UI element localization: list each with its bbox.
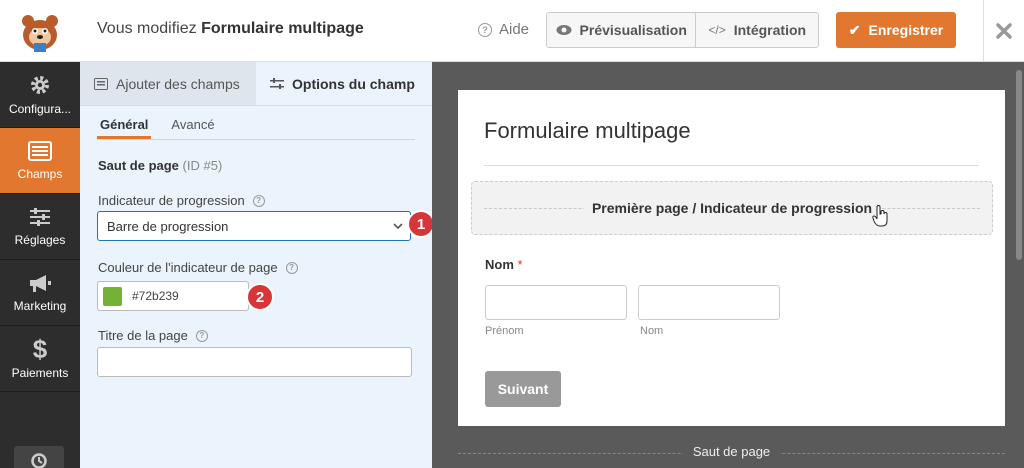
last-name-input[interactable] [638, 285, 780, 320]
sidebar-item-settings[interactable]: Réglages [0, 194, 80, 260]
title-divider [484, 165, 979, 166]
editor-title: Vous modifiez Formulaire multipage [97, 20, 364, 38]
sliders-icon [270, 77, 284, 89]
wpforms-logo [0, 0, 80, 62]
embed-label: Intégration [733, 22, 807, 38]
page-title-label-text: Titre de la page [98, 328, 188, 343]
color-swatch[interactable] [103, 286, 122, 306]
progress-indicator-text: Première page / Indicateur de progressio… [583, 200, 881, 216]
subtabs: Général Avancé [97, 106, 415, 140]
top-bar: Vous modifiez Formulaire multipage ? Aid… [0, 0, 1024, 62]
color-value: #72b239 [132, 289, 179, 303]
help-icon[interactable]: ? [252, 194, 265, 207]
fields-icon [28, 140, 52, 161]
eye-icon [556, 25, 572, 35]
preview-label: Prévisualisation [579, 22, 687, 38]
sidebar-item-label: Champs [17, 166, 63, 181]
preview-embed-group: Prévisualisation </> Intégration [546, 12, 819, 48]
page-break-label: Saut de page [682, 444, 781, 459]
section-title: Saut de page (ID #5) [98, 158, 222, 173]
progress-indicator-label: Indicateur de progression ? [98, 193, 265, 208]
help-icon: ? [478, 22, 492, 37]
hand-cursor-icon [872, 205, 888, 227]
sliders-icon [30, 207, 50, 226]
tab-add-fields[interactable]: Ajouter des champs [80, 62, 256, 105]
last-name-sublabel: Nom [640, 325, 664, 337]
section-title-text: Saut de page [98, 158, 179, 173]
sidebar: Configura... Champs Réglages Marketing $… [0, 62, 80, 468]
first-name-input[interactable] [485, 285, 627, 320]
preview-scrollbar[interactable] [1016, 70, 1022, 260]
sidebar-item-fields[interactable]: Champs [0, 128, 80, 194]
tab-field-options[interactable]: Options du champ [256, 62, 432, 105]
required-mark: * [517, 257, 523, 272]
section-id: (ID #5) [182, 158, 223, 173]
sidebar-item-label: Configura... [8, 101, 72, 116]
sidebar-item-label: Marketing [13, 298, 67, 313]
sidebar-item-label: Réglages [14, 232, 66, 247]
code-icon: </> [708, 23, 726, 37]
list-icon [94, 77, 108, 90]
callout-badge-1: 1 [407, 210, 435, 238]
subtab-general[interactable]: Général [97, 106, 152, 139]
sidebar-item-marketing[interactable]: Marketing [0, 260, 80, 326]
first-name-sublabel: Prénom [485, 325, 524, 337]
help-icon[interactable]: ? [195, 329, 208, 342]
subtab-advanced[interactable]: Avancé [171, 106, 214, 139]
progress-indicator-text-wrap: Première page / Indicateur de progressio… [472, 200, 992, 216]
progress-indicator-value: Barre de progression [107, 219, 229, 234]
close-button[interactable] [983, 0, 1024, 62]
tab-add-fields-label: Ajouter des champs [116, 75, 240, 92]
dollar-icon: $ [32, 333, 48, 364]
close-icon [996, 23, 1012, 39]
embed-button[interactable]: </> Intégration [696, 13, 818, 47]
field-options-panel: Ajouter des champs Options du champ Géné… [80, 62, 435, 468]
help-button[interactable]: ? Aide [478, 21, 529, 38]
title-prefix: Vous modifiez [97, 20, 197, 37]
save-label: Enregistrer [868, 22, 944, 38]
form-name: Formulaire multipage [201, 20, 364, 37]
page-break-text-wrap: Saut de page [458, 444, 1005, 459]
preview-button[interactable]: Prévisualisation [547, 13, 697, 47]
sidebar-item-label: Paiements [11, 365, 69, 380]
help-icon[interactable]: ? [285, 261, 298, 274]
form-title: Formulaire multipage [484, 118, 691, 143]
progress-indicator-block[interactable]: Première page / Indicateur de progressio… [471, 181, 993, 235]
color-label-text: Couleur de l'indicateur de page [98, 260, 278, 275]
tab-field-options-label: Options du champ [292, 75, 415, 92]
panel-tabs: Ajouter des champs Options du champ [80, 62, 432, 106]
history-icon [31, 453, 47, 468]
checkmark-icon: ✔ [848, 21, 861, 38]
name-field-label-text: Nom [485, 257, 514, 272]
name-field-label: Nom * [485, 257, 523, 272]
save-button[interactable]: ✔ Enregistrer [836, 12, 956, 48]
megaphone-icon [30, 274, 51, 292]
next-button[interactable]: Suivant [485, 371, 561, 407]
progress-indicator-label-text: Indicateur de progression [98, 193, 245, 208]
chevron-down-icon [393, 223, 403, 230]
help-label: Aide [499, 21, 530, 38]
color-picker-input[interactable]: #72b239 [97, 281, 249, 311]
color-label: Couleur de l'indicateur de page ? [98, 260, 298, 275]
page-title-input[interactable] [97, 347, 412, 377]
callout-badge-2: 2 [246, 283, 274, 311]
sidebar-item-setup[interactable]: Configura... [0, 62, 80, 128]
progress-indicator-select[interactable]: Barre de progression [97, 211, 411, 241]
page-break-divider[interactable]: Saut de page [458, 443, 1005, 463]
sidebar-item-payments[interactable]: $ Paiements [0, 326, 80, 392]
history-button[interactable] [14, 446, 64, 468]
gear-icon [31, 75, 49, 94]
page-title-label: Titre de la page ? [98, 328, 208, 343]
